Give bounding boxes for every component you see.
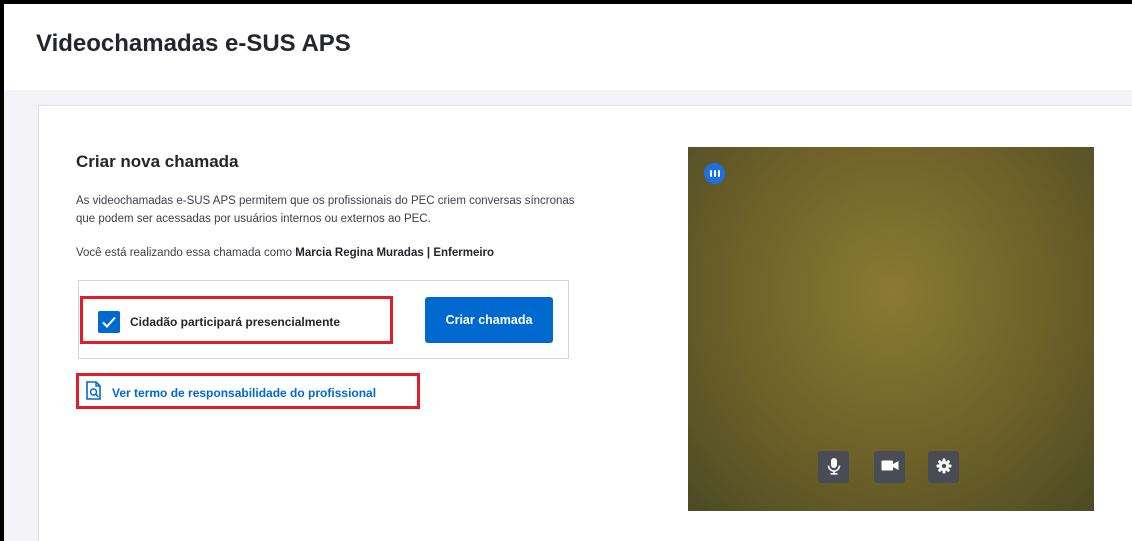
professional-name-role: Marcia Regina Muradas | Enfermeiro: [295, 247, 495, 259]
highlight-box-checkbox: [80, 296, 393, 344]
highlight-box-terms-link: [76, 373, 420, 409]
page-title: Videochamadas e-SUS APS: [36, 30, 351, 57]
microphone-icon: [827, 457, 841, 478]
camera-button[interactable]: [874, 451, 905, 483]
page-header: Videochamadas e-SUS APS: [4, 4, 1132, 90]
microphone-button[interactable]: [818, 451, 849, 483]
settings-gear-icon: [936, 458, 952, 477]
settings-button[interactable]: [928, 451, 959, 483]
card-title: Criar nova chamada: [76, 152, 239, 171]
role-line: Você está realizando essa chamada como M…: [76, 247, 596, 259]
camera-icon: [881, 459, 899, 475]
role-prefix: Você está realizando essa chamada como: [76, 247, 293, 259]
audio-level-icon: [704, 163, 725, 184]
card-description: As videochamadas e-SUS APS permitem que …: [76, 195, 575, 225]
create-call-button[interactable]: Criar chamada: [425, 297, 553, 343]
